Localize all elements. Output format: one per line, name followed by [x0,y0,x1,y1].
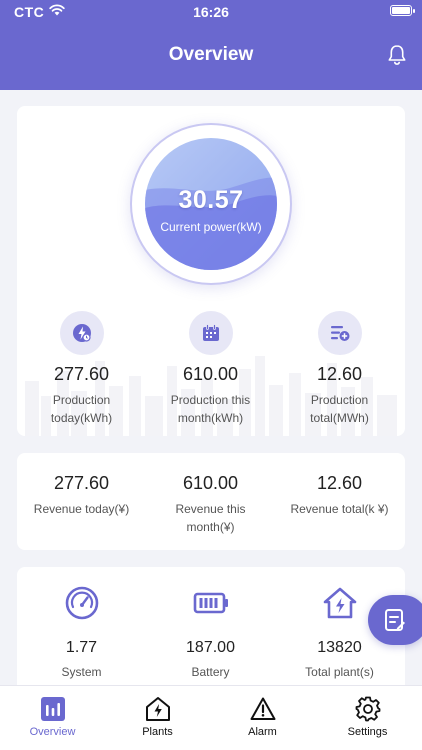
revenue-month-label: Revenue this month(¥) [175,502,246,534]
battery-capacity-value: 187.00 [186,639,235,656]
tab-settings-label: Settings [347,726,388,738]
revenue-total-stat: 12.60 Revenue total(k ¥) [275,473,404,518]
plants-icon [145,697,170,721]
list-add-icon [317,311,362,355]
tab-plants[interactable]: Plants [105,696,210,738]
production-month-value: 610.00 [182,364,239,384]
tab-plants-label: Plants [142,726,173,738]
current-power-label: Current power(kW) [160,220,262,234]
production-total-stat: 12.60 Production total(MWh) [275,311,404,427]
tab-alarm[interactable]: Alarm [210,696,315,738]
production-month-stat: 610.00 Production this month(kWh) [146,311,275,427]
overview-card: 30.57 Current power(kW) 277.60 Productio… [17,106,405,436]
gear-icon [355,696,380,722]
capacity-card: 1.77 Systemcapacity(GWp) 187.00 Batteryc… [17,567,405,697]
production-total-value: 12.60 [316,364,363,384]
production-today-stat: 277.60 Production today(kWh) [17,311,146,427]
revenue-today-stat: 277.60 Revenue today(¥) [17,473,146,518]
lightning-clock-icon [59,311,104,355]
edit-note-icon [385,609,405,631]
edit-note-button[interactable] [368,595,422,645]
revenue-total-value: 12.60 [316,473,363,493]
revenue-card: 277.60 Revenue today(¥) 610.00 Revenue t… [17,453,405,550]
total-plants-label: Total plant(s) [305,665,374,679]
current-power-value: 30.57 [178,186,244,214]
page-title: Overview [168,44,254,65]
tab-overview-label: Overview [29,726,76,738]
status-bar: CTC 16:26 [0,0,422,22]
battery-capacity-stat: 187.00 Batterycapacity(kWh) [146,585,275,699]
revenue-today-value: 277.60 [53,473,110,493]
battery-icon [193,592,228,614]
gauge-icon [65,586,98,620]
header: CTC 16:26 Overview [0,0,422,90]
production-today-value: 277.60 [53,364,110,384]
battery-status-icon [390,5,415,16]
calendar-icon [188,311,233,355]
system-capacity-stat: 1.77 Systemcapacity(GWp) [17,585,146,699]
bar-chart-icon [40,697,65,721]
revenue-today-label: Revenue today(¥) [33,502,130,516]
alarm-icon [250,697,275,720]
system-capacity-value: 1.77 [65,639,98,656]
bottom-tab-bar: Overview Plants Alarm Settings [0,685,422,750]
bell-icon[interactable] [387,44,407,66]
revenue-month-stat: 610.00 Revenue this month(¥) [146,473,275,536]
tab-overview[interactable]: Overview [0,696,105,738]
tab-alarm-label: Alarm [248,726,277,738]
production-today-label: Production today(kWh) [50,393,113,425]
tab-settings[interactable]: Settings [315,696,420,738]
revenue-total-label: Revenue total(k ¥) [290,502,389,516]
status-time: 16:26 [193,4,229,20]
revenue-month-value: 610.00 [182,473,239,493]
home-lightning-icon [323,587,356,619]
production-total-label: Production total(MWh) [310,393,369,425]
production-month-label: Production this month(kWh) [170,393,251,425]
